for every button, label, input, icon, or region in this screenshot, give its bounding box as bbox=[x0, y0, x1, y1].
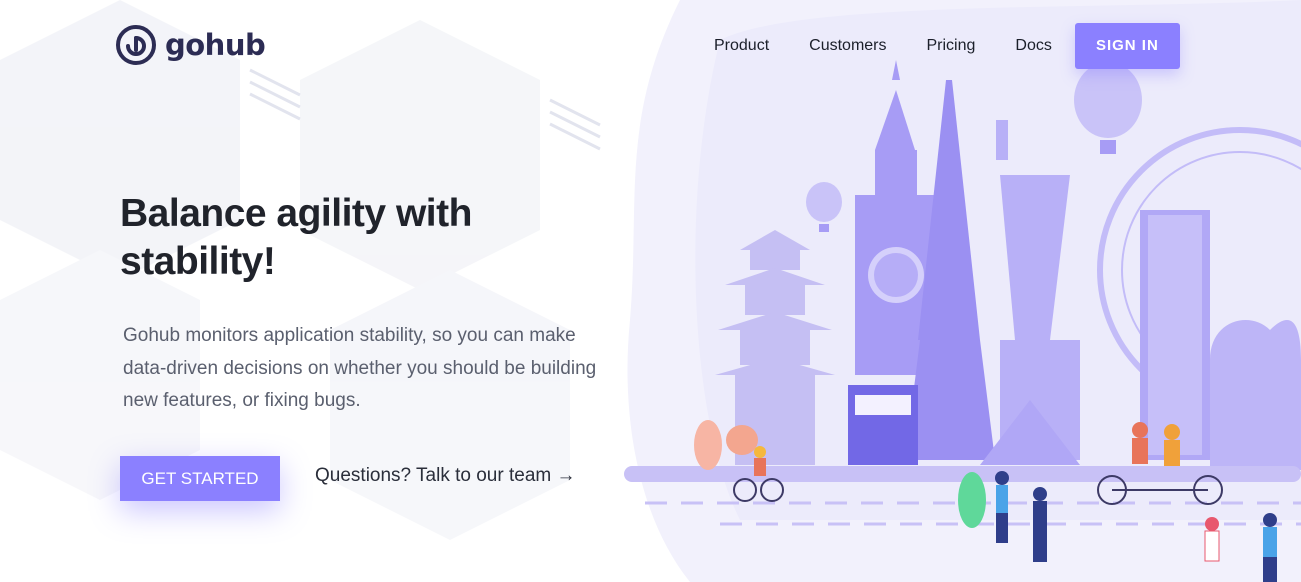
top-nav: Product Customers Pricing Docs SIGN IN bbox=[714, 23, 1180, 69]
brand-logo[interactable]: gohub bbox=[115, 24, 266, 66]
brand-name: gohub bbox=[165, 28, 266, 62]
nav-link-customers[interactable]: Customers bbox=[809, 26, 886, 66]
nav-link-docs[interactable]: Docs bbox=[1015, 26, 1051, 66]
hero-subtext: Gohub monitors application stability, so… bbox=[123, 325, 597, 411]
nav-link-product[interactable]: Product bbox=[714, 26, 769, 66]
city-landmarks-illustration bbox=[624, 0, 1301, 582]
background-cubes bbox=[0, 0, 601, 540]
gohub-logo-icon bbox=[116, 25, 156, 65]
sign-in-button[interactable]: SIGN IN bbox=[1074, 23, 1180, 69]
nav-link-pricing[interactable]: Pricing bbox=[927, 26, 976, 66]
get-started-button[interactable]: GET STARTED bbox=[120, 456, 280, 501]
hero-headline: Balance agility with stability! bbox=[120, 192, 472, 283]
talk-to-team-link[interactable]: Questions? Talk to our team → bbox=[315, 465, 576, 487]
